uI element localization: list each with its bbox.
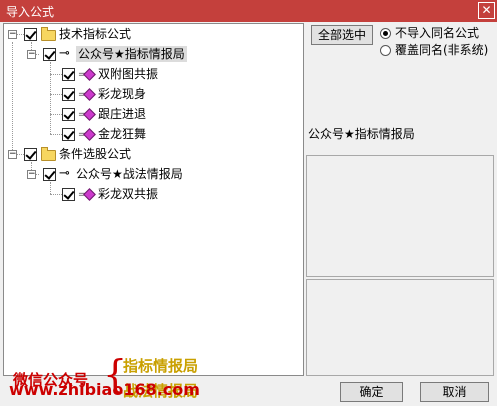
collapse-toggle[interactable]: − — [8, 30, 17, 39]
title-bar: 导入公式 ✕ — [0, 0, 497, 22]
checkbox[interactable] — [62, 88, 75, 101]
tree-node-technical-indicators[interactable]: − 技术指标公式 — [4, 26, 284, 44]
checkbox[interactable] — [62, 128, 75, 141]
watermark-url: www.zhibiao168.com — [9, 380, 200, 399]
tree-leaf-label: 跟庄进退 — [98, 107, 147, 121]
radio-label: 覆盖同名(非系统) — [395, 43, 489, 57]
radio-overwrite[interactable] — [380, 45, 391, 56]
collapse-toggle[interactable]: − — [8, 150, 17, 159]
key-icon: ⊸ — [59, 166, 70, 181]
tree-leaf[interactable]: = 彩龙现身 — [4, 86, 284, 104]
select-all-button[interactable]: 全部选中 — [311, 25, 373, 45]
checkbox[interactable] — [62, 68, 75, 81]
tree-node-label: 公众号★战法情报局 — [76, 167, 183, 181]
checkbox[interactable] — [62, 188, 75, 201]
collapse-toggle[interactable]: − — [27, 170, 36, 179]
folder-icon — [41, 27, 56, 41]
window-title: 导入公式 — [6, 5, 55, 19]
checkbox[interactable] — [24, 28, 37, 41]
ok-button[interactable]: 确定 — [340, 382, 403, 402]
checkbox[interactable] — [43, 48, 56, 61]
key-icon: ⊸ — [59, 46, 70, 61]
radio-label: 不导入同名公式 — [395, 26, 480, 40]
tree-leaf[interactable]: = 彩龙双共振 — [4, 186, 284, 204]
close-button[interactable]: ✕ — [478, 2, 495, 19]
collapse-toggle[interactable]: − — [27, 50, 36, 59]
parameter-panel — [306, 279, 494, 376]
tree-node-indicator-bureau[interactable]: − ⊸ 公众号★指标情报局 — [4, 46, 284, 64]
tree-leaf-label: 彩龙双共振 — [98, 187, 159, 201]
tree-node-label: 条件选股公式 — [59, 147, 132, 161]
description-panel — [306, 155, 494, 277]
checkbox[interactable] — [43, 168, 56, 181]
tree-leaf-label: 彩龙现身 — [98, 87, 147, 101]
formula-tree[interactable]: − 技术指标公式 − ⊸ 公众号★指标情报局 = 双附图共振 = 彩龙现身 = … — [3, 23, 304, 400]
tree-leaf[interactable]: = 双附图共振 — [4, 66, 284, 84]
tree-node-stock-selection[interactable]: − 条件选股公式 — [4, 146, 284, 164]
cancel-button[interactable]: 取消 — [420, 382, 489, 402]
tree-leaf-label: 金龙狂舞 — [98, 127, 147, 141]
radio-skip-duplicates[interactable] — [380, 28, 391, 39]
folder-icon — [41, 147, 56, 161]
tree-node-label: 公众号★指标情报局 — [76, 46, 187, 62]
tree-leaf[interactable]: = 金龙狂舞 — [4, 126, 284, 144]
tree-node-label: 技术指标公式 — [59, 27, 132, 41]
tree-leaf[interactable]: = 跟庄进退 — [4, 106, 284, 124]
options-area — [306, 62, 494, 124]
checkbox[interactable] — [62, 108, 75, 121]
watermark-line-1: 指标情报局 — [123, 357, 199, 375]
tree-leaf-label: 双附图共振 — [98, 67, 159, 81]
tree-node-tactics-bureau[interactable]: − ⊸ 公众号★战法情报局 — [4, 166, 284, 184]
checkbox[interactable] — [24, 148, 37, 161]
selected-formula-label: 公众号★指标情报局 — [308, 127, 415, 141]
